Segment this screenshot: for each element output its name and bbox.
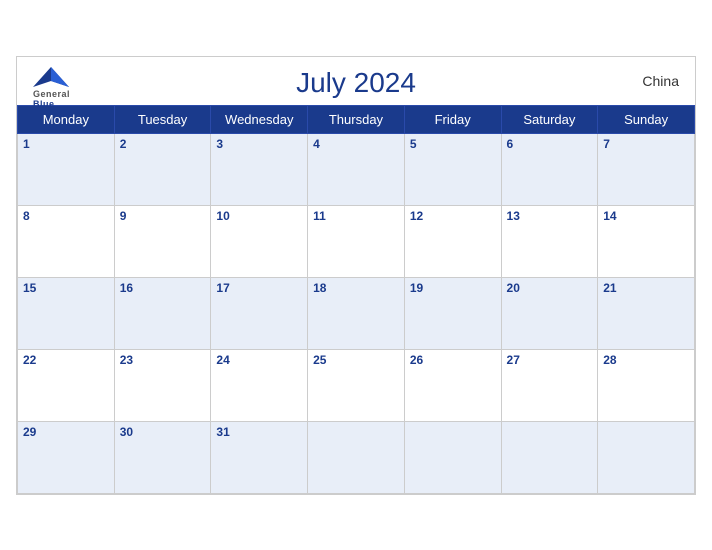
day-number: 29 xyxy=(23,425,36,439)
month-title: July 2024 xyxy=(296,67,416,99)
calendar-body: 1234567891011121314151617181920212223242… xyxy=(18,133,695,493)
logo-blue-text: Blue xyxy=(33,99,55,110)
calendar-day-cell xyxy=(598,421,695,493)
calendar-day-cell: 22 xyxy=(18,349,115,421)
calendar-container: General Blue July 2024 China Monday Tues… xyxy=(16,56,696,495)
day-number: 17 xyxy=(216,281,229,295)
calendar-day-cell: 24 xyxy=(211,349,308,421)
weekday-saturday: Saturday xyxy=(501,105,598,133)
calendar-day-cell: 5 xyxy=(404,133,501,205)
calendar-day-cell: 21 xyxy=(598,277,695,349)
calendar-day-cell: 9 xyxy=(114,205,211,277)
day-number: 21 xyxy=(603,281,616,295)
day-number: 22 xyxy=(23,353,36,367)
calendar-day-cell: 3 xyxy=(211,133,308,205)
day-number: 13 xyxy=(507,209,520,223)
calendar-day-cell: 19 xyxy=(404,277,501,349)
day-number: 10 xyxy=(216,209,229,223)
day-number: 1 xyxy=(23,137,30,151)
day-number: 4 xyxy=(313,137,320,151)
day-number: 23 xyxy=(120,353,133,367)
calendar-day-cell: 25 xyxy=(308,349,405,421)
calendar-day-cell: 4 xyxy=(308,133,405,205)
calendar-day-cell: 26 xyxy=(404,349,501,421)
calendar-day-cell: 18 xyxy=(308,277,405,349)
calendar-week-row: 1 2 3 4 5 6 7 xyxy=(18,133,695,205)
calendar-week-row: 15 16 17 18 19 20 21 xyxy=(18,277,695,349)
calendar-day-cell: 1 xyxy=(18,133,115,205)
calendar-day-cell: 23 xyxy=(114,349,211,421)
day-number: 2 xyxy=(120,137,127,151)
day-number: 14 xyxy=(603,209,616,223)
calendar-day-cell: 6 xyxy=(501,133,598,205)
calendar-day-cell: 31 xyxy=(211,421,308,493)
calendar-day-cell xyxy=(404,421,501,493)
calendar-week-row: 29 30 31 xyxy=(18,421,695,493)
calendar-day-cell: 30 xyxy=(114,421,211,493)
day-number: 12 xyxy=(410,209,423,223)
calendar-day-cell: 10 xyxy=(211,205,308,277)
logo-general-text: General xyxy=(33,89,70,100)
calendar-day-cell: 17 xyxy=(211,277,308,349)
country-label: China xyxy=(642,73,679,89)
calendar-day-cell: 8 xyxy=(18,205,115,277)
day-number: 19 xyxy=(410,281,423,295)
day-number: 6 xyxy=(507,137,514,151)
day-number: 20 xyxy=(507,281,520,295)
logo-bird-icon xyxy=(33,65,69,89)
day-number: 7 xyxy=(603,137,610,151)
day-number: 28 xyxy=(603,353,616,367)
day-number: 3 xyxy=(216,137,223,151)
day-number: 16 xyxy=(120,281,133,295)
weekday-wednesday: Wednesday xyxy=(211,105,308,133)
calendar-week-row: 22 23 24 25 26 27 28 xyxy=(18,349,695,421)
day-number: 30 xyxy=(120,425,133,439)
logo-area: General Blue xyxy=(33,65,70,111)
weekday-sunday: Sunday xyxy=(598,105,695,133)
calendar-day-cell: 16 xyxy=(114,277,211,349)
calendar-day-cell: 11 xyxy=(308,205,405,277)
weekday-thursday: Thursday xyxy=(308,105,405,133)
day-number: 5 xyxy=(410,137,417,151)
calendar-day-cell: 2 xyxy=(114,133,211,205)
calendar-day-cell: 13 xyxy=(501,205,598,277)
day-number: 18 xyxy=(313,281,326,295)
calendar-day-cell: 20 xyxy=(501,277,598,349)
day-number: 31 xyxy=(216,425,229,439)
calendar-day-cell: 14 xyxy=(598,205,695,277)
day-number: 25 xyxy=(313,353,326,367)
calendar-day-cell: 29 xyxy=(18,421,115,493)
day-number: 15 xyxy=(23,281,36,295)
day-number: 11 xyxy=(313,209,326,223)
calendar-day-cell: 7 xyxy=(598,133,695,205)
calendar-header: General Blue July 2024 China xyxy=(17,57,695,105)
weekday-friday: Friday xyxy=(404,105,501,133)
calendar-week-row: 8 9 10 11 12 13 14 xyxy=(18,205,695,277)
calendar-day-cell: 28 xyxy=(598,349,695,421)
calendar-day-cell: 27 xyxy=(501,349,598,421)
calendar-day-cell xyxy=(501,421,598,493)
weekday-tuesday: Tuesday xyxy=(114,105,211,133)
day-number: 9 xyxy=(120,209,127,223)
day-number: 8 xyxy=(23,209,30,223)
calendar-day-cell xyxy=(308,421,405,493)
logo-wrapper: General Blue xyxy=(33,65,70,111)
calendar-day-cell: 15 xyxy=(18,277,115,349)
day-number: 24 xyxy=(216,353,229,367)
day-number: 26 xyxy=(410,353,423,367)
calendar-table: Monday Tuesday Wednesday Thursday Friday… xyxy=(17,105,695,494)
day-number: 27 xyxy=(507,353,520,367)
calendar-day-cell: 12 xyxy=(404,205,501,277)
weekday-header-row: Monday Tuesday Wednesday Thursday Friday… xyxy=(18,105,695,133)
